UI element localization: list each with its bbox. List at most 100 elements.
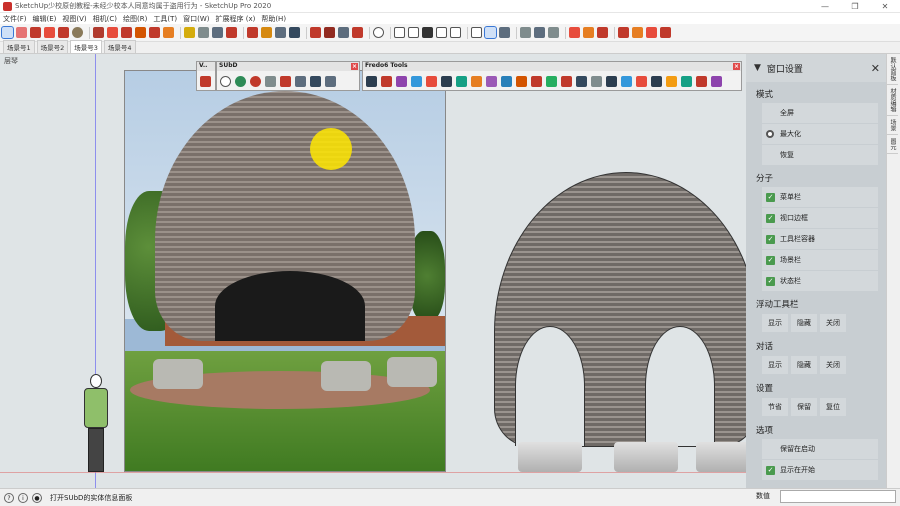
view-right-icon[interactable] <box>436 27 447 38</box>
floating-close-button[interactable]: 关闭 <box>820 314 846 332</box>
material-icon[interactable] <box>72 27 83 38</box>
fredo-tool-16-icon[interactable] <box>591 75 602 87</box>
minimize-button[interactable]: — <box>810 0 840 13</box>
fredo-tool-23-icon[interactable] <box>696 75 707 87</box>
warehouse-icon[interactable] <box>310 27 321 38</box>
fredo-tool-3-icon[interactable] <box>396 75 407 87</box>
plugin-e-icon[interactable] <box>632 27 643 38</box>
subd-subdivide-icon[interactable] <box>235 75 246 87</box>
move-icon[interactable] <box>121 27 132 38</box>
tray-tab-entities[interactable]: 图元 <box>887 135 898 154</box>
scene-tab-3[interactable]: 场景号3 <box>70 40 102 53</box>
section-plane-icon[interactable] <box>499 27 510 38</box>
dialogs-show-button[interactable]: 显示 <box>762 356 788 374</box>
menu-edit[interactable]: 编辑(E) <box>33 14 57 24</box>
subd-shield-icon[interactable] <box>325 75 336 87</box>
rotate-icon[interactable] <box>135 27 146 38</box>
fredo-tool-22-icon[interactable] <box>681 75 692 87</box>
select-tool-icon[interactable] <box>1 26 14 39</box>
fredo-tool-20-icon[interactable] <box>651 75 662 87</box>
checkbox-checked-icon[interactable]: ✓ <box>766 255 775 265</box>
fredo-tool-7-icon[interactable] <box>456 75 467 87</box>
zoom-extents-icon[interactable] <box>289 27 300 38</box>
checkbox-checked-icon[interactable]: ✓ <box>766 213 775 223</box>
mode-maximize[interactable]: 最大化 <box>762 124 878 144</box>
checkbox-checked-icon[interactable]: ✓ <box>766 465 775 475</box>
scale-icon[interactable] <box>149 27 160 38</box>
menu-window[interactable]: 窗口(W) <box>183 14 209 24</box>
fredo-tool-5-icon[interactable] <box>426 75 437 87</box>
fredo-tool-2-icon[interactable] <box>381 75 392 87</box>
panel-header[interactable]: ▼ 窗口设置 ✕ <box>746 54 886 82</box>
plugin-c-icon[interactable] <box>597 27 608 38</box>
fredo-tool-17-icon[interactable] <box>606 75 617 87</box>
orbit-icon[interactable] <box>247 27 258 38</box>
menu-extensions[interactable]: 扩展程序 (x) <box>215 14 255 24</box>
fredo-tool-11-icon[interactable] <box>516 75 527 87</box>
reference-photo[interactable] <box>124 70 446 472</box>
layout-icon[interactable] <box>338 27 349 38</box>
floating-toolbar-small[interactable]: V.. <box>196 61 216 91</box>
geo-location-icon[interactable]: ? <box>4 492 14 503</box>
model-base-right[interactable] <box>696 442 746 472</box>
dialogs-hide-button[interactable]: 隐藏 <box>791 356 817 374</box>
option-keep-on-startup[interactable]: 保留在启动 <box>762 439 878 459</box>
maximize-button[interactable]: ❐ <box>840 0 870 13</box>
fredo-tool-14-icon[interactable] <box>561 75 572 87</box>
checkbox-checked-icon[interactable]: ✓ <box>766 234 775 244</box>
zoom-icon[interactable] <box>275 27 286 38</box>
eraser-icon[interactable] <box>16 27 27 38</box>
tray-tab-materials[interactable]: 材质编辑 <box>887 85 898 116</box>
camera-icon[interactable] <box>660 27 671 38</box>
dialogs-close-button[interactable]: 关闭 <box>820 356 846 374</box>
view-top-icon[interactable] <box>408 27 419 38</box>
plugin-b-icon[interactable] <box>583 27 594 38</box>
solid-tools-icon[interactable] <box>520 27 531 38</box>
mode-restore[interactable]: 恢复 <box>762 145 878 165</box>
fredo6-toolbar[interactable]: Fredo6 Tools × <box>362 61 742 91</box>
fredo-tool-18-icon[interactable] <box>621 75 632 87</box>
scene-tab-2[interactable]: 场景号2 <box>36 40 69 53</box>
scene-tab-1[interactable]: 场景号1 <box>3 40 35 53</box>
tape-measure-icon[interactable] <box>184 27 195 38</box>
radio-selected-icon[interactable] <box>766 130 774 138</box>
component-icon[interactable] <box>548 27 559 38</box>
plugin-d-icon[interactable] <box>618 27 629 38</box>
subd-apply-icon[interactable] <box>280 75 291 87</box>
menu-file[interactable]: 文件(F) <box>3 14 27 24</box>
settings-save-button[interactable]: 节省 <box>762 398 788 416</box>
settings-reset-button[interactable]: 复位 <box>820 398 846 416</box>
extension-manager-icon[interactable] <box>352 27 363 38</box>
subd-smooth-icon[interactable] <box>250 75 261 87</box>
pan-icon[interactable] <box>261 27 272 38</box>
fredo6-toolbar-title[interactable]: Fredo6 Tools × <box>363 62 741 71</box>
component-toolbar-container[interactable]: ✓ 工具栏容器 <box>762 229 878 249</box>
floating-toolbar-small-title[interactable]: V.. <box>197 62 215 71</box>
component-menubar[interactable]: ✓ 菜单栏 <box>762 187 878 207</box>
push-pull-icon[interactable] <box>93 27 104 38</box>
fredo-tool-1-icon[interactable] <box>366 75 377 87</box>
component-statusbar[interactable]: ✓ 状态栏 <box>762 271 878 291</box>
fredo-tool-15-icon[interactable] <box>576 75 587 87</box>
fredo-tool-6-icon[interactable] <box>441 75 452 87</box>
subd-properties-icon[interactable] <box>220 75 231 87</box>
menu-help[interactable]: 帮助(H) <box>261 14 286 24</box>
dome-model[interactable] <box>494 172 746 447</box>
user-icon[interactable]: ● <box>32 492 42 503</box>
text-tool-icon[interactable] <box>198 27 209 38</box>
option-show-at-start[interactable]: ✓ 显示在开始 <box>762 460 878 480</box>
plugin-a-icon[interactable] <box>569 27 580 38</box>
scene-tab-4[interactable]: 场景号4 <box>103 40 136 53</box>
subd-knife-icon[interactable] <box>295 75 306 87</box>
collapse-chevron-icon[interactable]: ▼ <box>754 63 761 73</box>
fredo6-close-icon[interactable]: × <box>733 63 740 70</box>
fredo-tool-12-icon[interactable] <box>531 75 542 87</box>
line-tool-icon[interactable] <box>30 27 41 38</box>
menu-camera[interactable]: 相机(C) <box>93 14 117 24</box>
fredo-tool-24-icon[interactable] <box>711 75 722 87</box>
component-scenebar[interactable]: ✓ 场景栏 <box>762 250 878 270</box>
checkbox-checked-icon[interactable]: ✓ <box>766 276 775 286</box>
floating-show-button[interactable]: 显示 <box>762 314 788 332</box>
tray-tab-default[interactable]: 默认面板 <box>887 54 898 85</box>
arc-tool-icon[interactable] <box>44 27 55 38</box>
